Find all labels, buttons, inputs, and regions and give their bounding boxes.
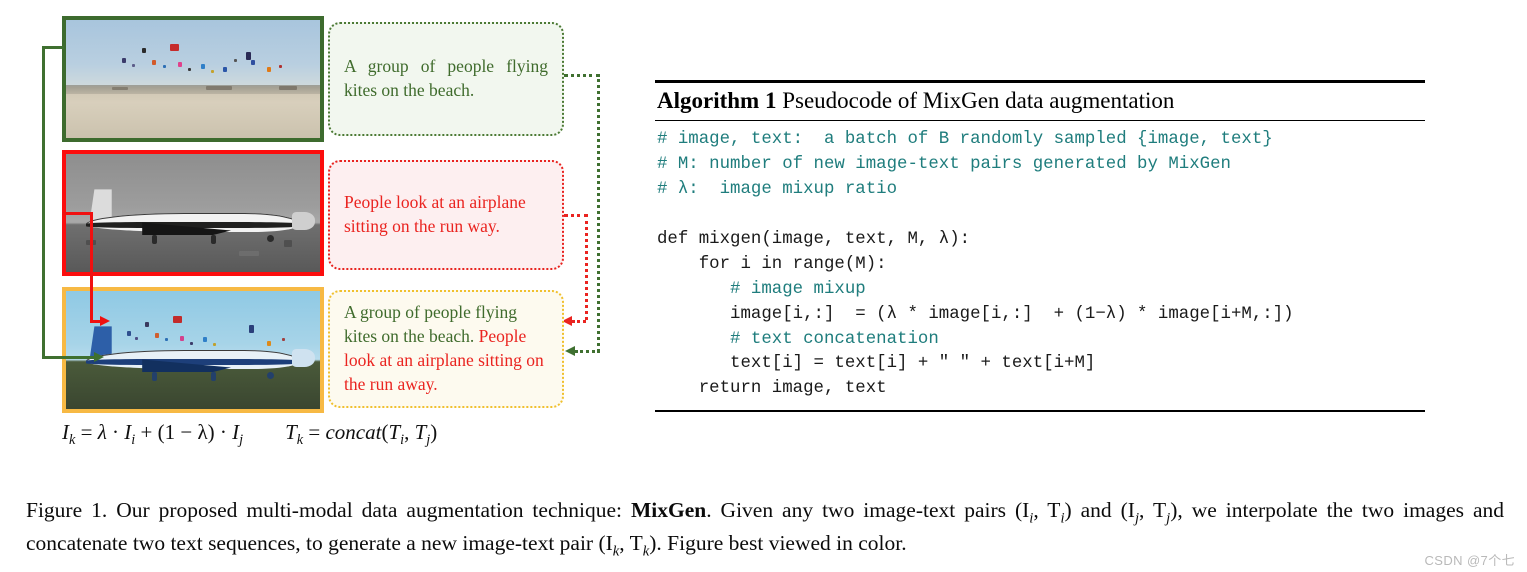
kite-icon xyxy=(251,60,256,66)
ground-object xyxy=(238,250,259,256)
arrowhead-red xyxy=(100,315,110,326)
caption-line1-pre: Figure 1. Our proposed multi-modal data … xyxy=(26,498,631,522)
kite-icon xyxy=(134,337,138,341)
arrowhead-green xyxy=(565,345,575,356)
kite-icon xyxy=(121,57,126,63)
airplane-nose xyxy=(292,348,315,367)
code-line-10: return image, text xyxy=(657,379,887,399)
kite-icon xyxy=(172,315,182,323)
code-line-4: def mixgen(image, text, M, λ): xyxy=(657,229,971,249)
code-line-6: # image mixup xyxy=(657,279,866,299)
caption-line1-post: . Given any two image-text pairs (Ii, Ti… xyxy=(706,498,1217,526)
kite-icon xyxy=(246,51,252,60)
figure-panel: A group of people flying kites on the be… xyxy=(0,0,620,470)
image-kites-on-beach xyxy=(62,16,324,142)
algorithm-number: Algorithm 1 xyxy=(657,88,777,113)
algorithm-box: Algorithm 1 Pseudocode of MixGen data au… xyxy=(655,80,1425,412)
kite-icon xyxy=(177,62,182,68)
airplane-landing-gear xyxy=(210,235,216,245)
kite-icon xyxy=(154,333,159,339)
code-line-9: text[i] = text[i] + " " + text[i+M] xyxy=(657,354,1096,374)
caption-text-green: A group of people flying kites on the be… xyxy=(344,56,548,100)
code-line-2: # λ: image mixup ratio xyxy=(657,180,898,200)
airplane-landing-gear xyxy=(210,372,216,382)
caption-text-red: People look at an airplane sitting on th… xyxy=(344,192,526,236)
kite-icon xyxy=(223,67,228,73)
kite-icon xyxy=(248,325,254,334)
caption-pair1-mid: , T xyxy=(1033,498,1061,522)
code-line-5: for i in range(M): xyxy=(657,254,887,274)
kite-icon xyxy=(142,48,147,54)
figure-equations: Ik = λ · Ii + (1 − λ) · Ij Tk = concat(T… xyxy=(62,420,582,449)
kite-icon xyxy=(126,331,131,337)
figure-caption: Figure 1. Our proposed multi-modal data … xyxy=(26,496,1504,562)
kite-icon xyxy=(132,63,136,67)
equation-text-concat: Tk = concat(Ti, Tj) xyxy=(285,420,438,449)
algorithm-bottom-rule xyxy=(655,410,1425,412)
beach-object xyxy=(111,87,128,91)
kite-icon xyxy=(162,64,166,68)
caption-pair3-close: ). Figure best viewed in color. xyxy=(649,530,907,555)
kite-icon xyxy=(233,58,237,62)
arrowhead-green xyxy=(94,351,104,362)
kite-icon xyxy=(165,338,169,342)
kite-icon xyxy=(200,63,205,69)
csdn-watermark: CSDN @7个七 xyxy=(1424,553,1515,568)
airplane-nose xyxy=(292,211,315,230)
kite-icon xyxy=(213,342,217,346)
kite-icon xyxy=(266,67,271,73)
text-bubble-airplane: People look at an airplane sitting on th… xyxy=(328,160,564,270)
airplane-landing-gear xyxy=(152,235,158,245)
caption-text-mixed: A group of people flying kites on the be… xyxy=(344,301,548,396)
airplane-landing-gear xyxy=(152,372,158,382)
beach-object xyxy=(279,86,298,91)
kite-icon xyxy=(203,337,208,343)
image-airplane-on-runway xyxy=(62,150,324,276)
kite-icon xyxy=(266,340,271,346)
text-bubble-kites: A group of people flying kites on the be… xyxy=(328,22,564,136)
caption-pair2-open: ) and (I xyxy=(1064,498,1135,522)
code-line-0: # image, text: a batch of B randomly sam… xyxy=(657,130,1273,150)
kite-icon xyxy=(152,60,157,66)
caption-method-name: MixGen xyxy=(630,498,707,522)
code-line-7: image[i,:] = (λ * image[i,:] + (1−λ) * i… xyxy=(657,304,1294,324)
beach-sky-background xyxy=(66,20,320,138)
image-mixed-result xyxy=(62,287,324,413)
algorithm-title: Algorithm 1 Pseudocode of MixGen data au… xyxy=(655,83,1425,120)
code-line-1: # M: number of new image-text pairs gene… xyxy=(657,155,1231,175)
kite-icon xyxy=(170,43,180,51)
kite-icon xyxy=(281,338,285,342)
text-bubble-mixed: A group of people flying kites on the be… xyxy=(328,290,564,408)
code-line-8: # text concatenation xyxy=(657,329,939,349)
ground-object xyxy=(284,240,293,248)
caption-pair2-mid: , T xyxy=(1139,498,1167,522)
algorithm-pseudocode: # image, text: a batch of B randomly sam… xyxy=(655,121,1425,410)
algorithm-title-text: Pseudocode of MixGen data augmentation xyxy=(776,88,1175,113)
beach-object xyxy=(205,86,232,91)
equation-image-mixup: Ik = λ · Ii + (1 − λ) · Ij xyxy=(62,420,244,449)
caption-pair1-open: . Given any two image-text pairs (I xyxy=(706,498,1030,522)
caption-pair2-close: ), we xyxy=(1170,498,1217,522)
kite-icon xyxy=(144,321,149,327)
caption-pair3-mid: , T xyxy=(619,530,643,555)
kite-icon xyxy=(210,69,214,73)
kite-icon xyxy=(180,335,185,341)
kite-icon xyxy=(279,64,283,68)
